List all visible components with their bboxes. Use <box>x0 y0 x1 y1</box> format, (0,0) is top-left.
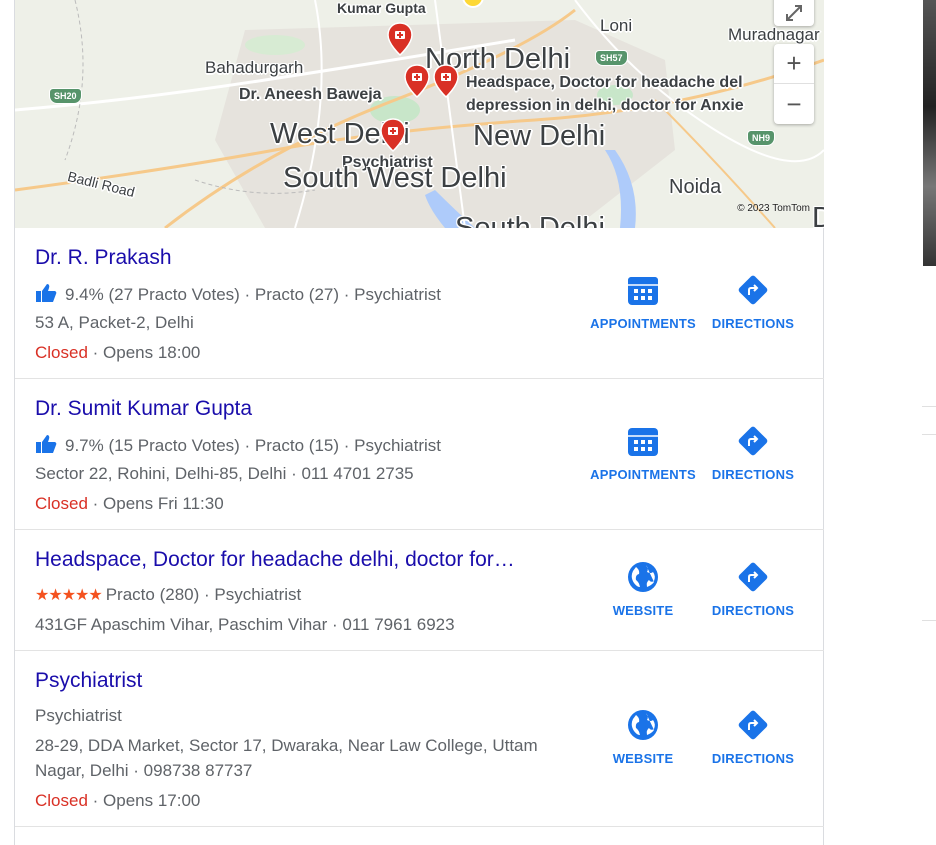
hours-line: Closed · Opens 17:00 <box>35 791 200 811</box>
map-label-new-delhi: New Delhi <box>473 120 606 152</box>
map-label-d-partial: D <box>812 202 824 228</box>
rating-line: 9.4% (27 Practo Votes) · Practo (27) · P… <box>35 283 441 305</box>
map-label-south-delhi: South Delhi <box>455 212 605 228</box>
map-label-loni: Loni <box>600 16 633 35</box>
opens-time: · Opens 18:00 <box>87 343 201 362</box>
website-button[interactable]: WEBSITE <box>583 709 703 766</box>
zoom-in-button[interactable]: + <box>774 44 814 84</box>
website-label: WEBSITE <box>612 751 674 766</box>
globe-icon <box>628 710 658 740</box>
zoom-out-button[interactable]: − <box>774 84 814 124</box>
local-results-panel: Kumar Gupta Loni Muradnagar Bahadurgarh … <box>14 0 824 845</box>
hours-line: Closed · Opens Fri 11:30 <box>35 494 224 514</box>
calendar-icon <box>628 428 658 456</box>
map-view[interactable]: Kumar Gupta Loni Muradnagar Bahadurgarh … <box>15 0 824 228</box>
rating-text: 9.7% (15 Practo Votes) · Practo (15) · P… <box>65 436 442 455</box>
directions-button[interactable]: DIRECTIONS <box>693 425 813 482</box>
map-label-south-west-delhi: South West Delhi <box>283 162 507 194</box>
address: Sector 22, Rohini, Delhi-85, Delhi · 011… <box>35 464 414 483</box>
side-divider <box>922 620 936 621</box>
map-label-bahadurgarh: Bahadurgarh <box>205 58 304 77</box>
shield-nh9: NH9 <box>747 130 776 146</box>
website-button[interactable]: WEBSITE <box>583 561 703 618</box>
hours-line: Closed · Opens 18:00 <box>35 343 200 363</box>
map-label-muradnagar: Muradnagar <box>728 25 820 44</box>
directions-label: DIRECTIONS <box>711 467 795 482</box>
address: 53 A, Packet-2, Delhi <box>35 313 194 332</box>
map-pin-icon[interactable] <box>387 22 413 56</box>
appointments-label: APPOINTMENTS <box>590 467 696 482</box>
thumbs-up-icon <box>36 435 57 453</box>
map-pin-icon[interactable] <box>433 64 459 98</box>
directions-button[interactable]: DIRECTIONS <box>693 274 813 331</box>
directions-icon <box>738 710 768 740</box>
listing-title[interactable]: Headspace, Doctor for headache delhi, do… <box>35 548 515 572</box>
thumbs-up-icon <box>36 284 57 302</box>
category: Psychiatrist <box>35 706 122 725</box>
globe-icon <box>628 562 658 592</box>
rating-text: Practo (280) · Psychiatrist <box>105 585 302 604</box>
map-label-kumar-gupta: Kumar Gupta <box>337 0 426 16</box>
list-item[interactable]: Headspace, Doctor for headache delhi, do… <box>15 530 824 651</box>
directions-label: DIRECTIONS <box>711 751 795 766</box>
directions-label: DIRECTIONS <box>711 316 795 331</box>
website-label: WEBSITE <box>612 603 674 618</box>
side-divider <box>922 406 936 407</box>
directions-icon <box>738 562 768 592</box>
address-continued: Nagar, Delhi · 098738 87737 <box>35 761 253 780</box>
appointments-button[interactable]: APPOINTMENTS <box>583 274 703 331</box>
shield-sh20: SH20 <box>49 88 82 104</box>
opens-time: · Opens Fri 11:30 <box>87 494 224 513</box>
status-closed: Closed <box>35 791 88 810</box>
directions-icon <box>738 426 768 456</box>
rating-line: 9.7% (15 Practo Votes) · Practo (15) · P… <box>35 434 441 456</box>
listing-title[interactable]: Psychiatrist <box>35 669 142 693</box>
directions-label: DIRECTIONS <box>711 603 795 618</box>
directions-button[interactable]: DIRECTIONS <box>693 561 813 618</box>
map-label-headspace: Headspace, Doctor for headache del <box>466 74 743 91</box>
expand-icon <box>786 5 802 21</box>
map-label-aneesh: Dr. Aneesh Baweja <box>239 86 382 103</box>
calendar-icon <box>628 277 658 305</box>
listing-title[interactable]: Dr. R. Prakash <box>35 246 172 270</box>
listing-title[interactable]: Dr. Sumit Kumar Gupta <box>35 397 252 421</box>
rating-text: 9.4% (27 Practo Votes) · Practo (27) · P… <box>65 285 442 304</box>
address: 431GF Apaschim Vihar, Paschim Vihar · 01… <box>35 615 455 634</box>
address: 28-29, DDA Market, Sector 17, Dwaraka, N… <box>35 736 538 755</box>
list-item[interactable]: Dr. R. Prakash 9.4% (27 Practo Votes) · … <box>15 228 824 379</box>
opens-time: · Opens 17:00 <box>87 791 201 810</box>
map-pin-icon[interactable] <box>404 64 430 98</box>
side-photo-thumbnail[interactable] <box>923 0 936 266</box>
appointments-button[interactable]: APPOINTMENTS <box>583 425 703 482</box>
directions-icon <box>738 275 768 305</box>
map-pin-icon[interactable] <box>380 118 406 152</box>
fullscreen-button[interactable] <box>774 0 814 26</box>
map-copyright: © 2023 TomTom <box>737 203 810 214</box>
status-closed: Closed <box>35 494 88 513</box>
zoom-controls: + − <box>774 44 814 124</box>
list-item[interactable]: Psychiatrist Psychiatrist 28-29, DDA Mar… <box>15 651 824 827</box>
map-label-noida: Noida <box>669 176 722 198</box>
directions-button[interactable]: DIRECTIONS <box>693 709 813 766</box>
status-closed: Closed <box>35 343 88 362</box>
rating-line: ★★★★★ Practo (280) · Psychiatrist <box>35 585 301 605</box>
appointments-label: APPOINTMENTS <box>590 316 696 331</box>
map-label-headspace-2: depression in delhi, doctor for Anxie <box>466 97 744 114</box>
side-divider <box>922 434 936 435</box>
shield-sh57: SH57 <box>595 50 628 66</box>
star-rating: ★★★★★ <box>35 587 103 604</box>
list-item[interactable]: Dr. Sumit Kumar Gupta 9.7% (15 Practo Vo… <box>15 379 824 530</box>
